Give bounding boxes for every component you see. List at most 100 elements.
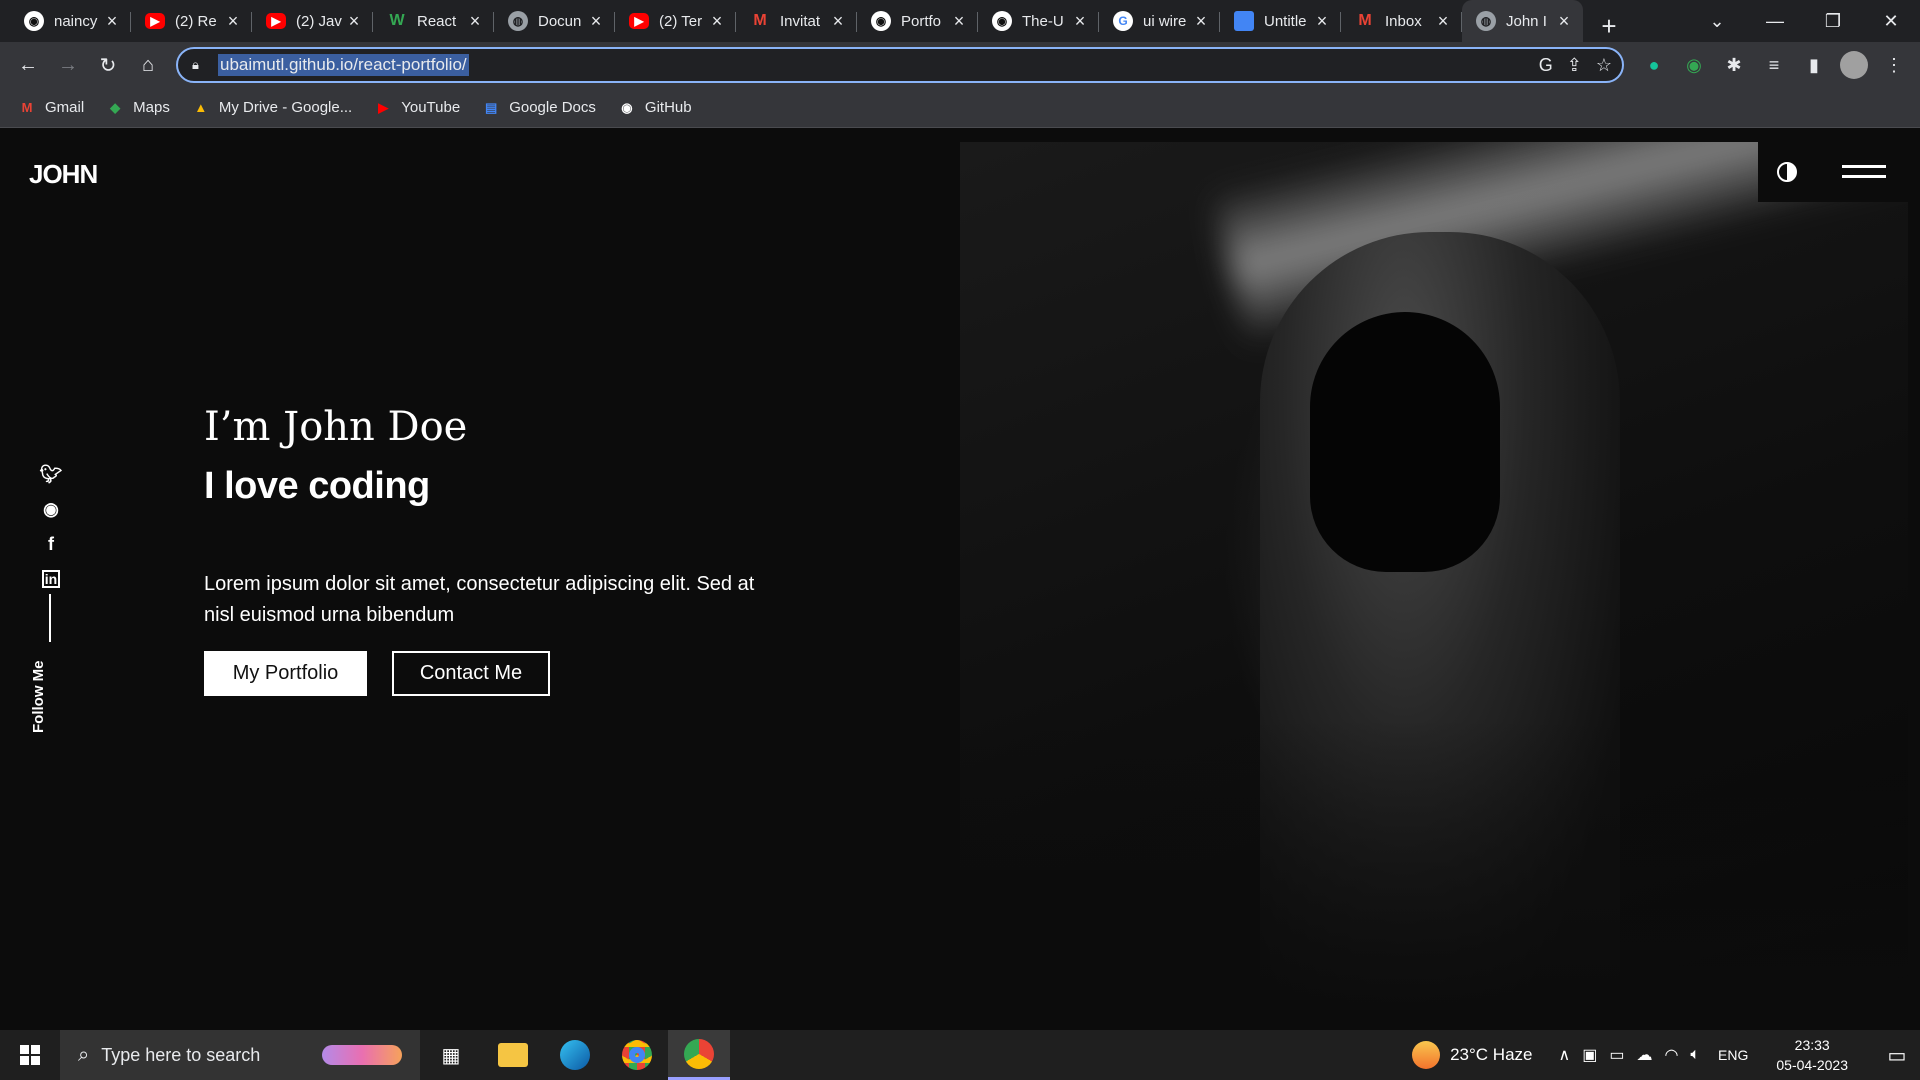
battery-icon[interactable]: ▭ [1609,1045,1624,1065]
google-lens-icon[interactable]: G [1539,55,1553,76]
lock-icon[interactable]: 🔒︎ [192,57,212,73]
browser-tab-bar: ◉ naincy × ▶ (2) Re × ▶ (2) Jav × W React × ◍ Docun × ▶… [0,0,1920,42]
portfolio-page: JOHN 🐦︎ ◉ f in Follow Me I’m John Doe I … [0,129,1920,1029]
start-button[interactable] [0,1030,60,1080]
home-button[interactable]: ⌂ [128,45,168,85]
minimize-button[interactable]: — [1746,11,1804,32]
tab-title: React [417,12,457,30]
close-tab-icon[interactable]: × [224,11,242,32]
bookmark-star-icon[interactable]: ☆ [1596,55,1612,76]
bookmark-item[interactable]: ▤ Google Docs [482,99,596,117]
reload-button[interactable]: ↻ [88,45,128,85]
volume-icon[interactable]: 🔈︎ [1690,1046,1700,1064]
close-tab-icon[interactable]: × [103,11,121,32]
bookmark-item[interactable]: ◆ Maps [106,99,170,117]
omnibox-actions: G ⇪ ☆ [1539,55,1612,76]
youtube-icon: ▶ [629,13,649,29]
wifi-icon[interactable]: ◠ [1664,1045,1678,1065]
bookmark-label: Gmail [45,99,85,116]
facebook-icon[interactable]: f [39,527,63,562]
close-tab-icon[interactable]: × [1313,11,1331,32]
more-menu-icon[interactable]: ⋮ [1878,45,1910,85]
my-portfolio-button[interactable]: My Portfolio [204,651,367,696]
browser-tab[interactable]: ◉ The-U × [978,0,1099,42]
close-tab-icon[interactable]: × [1192,11,1210,32]
contact-me-button[interactable]: Contact Me [392,651,550,696]
close-tab-icon[interactable]: × [1555,11,1573,32]
browser-tab[interactable]: ▶ (2) Jav × [252,0,373,42]
weather-icon[interactable] [1412,1041,1441,1069]
close-tab-icon[interactable]: × [466,11,484,32]
close-tab-icon[interactable]: × [950,11,968,32]
browser-tab[interactable]: W React × [373,0,494,42]
tab-search-icon[interactable]: ⌄ [1688,11,1746,32]
browser-tab[interactable]: Untitle × [1220,0,1341,42]
youtube-icon: ▶ [145,13,165,29]
gmail-icon: M [1358,12,1372,29]
docs-icon: ▤ [485,99,498,115]
onedrive-icon[interactable]: ☁ [1636,1045,1652,1065]
close-tab-icon[interactable]: × [587,11,605,32]
browser-tab[interactable]: M Inbox × [1341,0,1462,42]
language-indicator[interactable]: ENG [1718,1047,1748,1063]
chrome-icon[interactable] [606,1030,668,1080]
clock[interactable]: 23:33 05-04-2023 [1776,1035,1848,1075]
profile-avatar[interactable] [1838,45,1870,85]
bookmark-item[interactable]: ▶ YouTube [374,99,460,117]
github-icon: ◉ [24,11,44,31]
tab-title: (2) Ter [659,12,703,30]
docs-icon [1234,11,1254,31]
share-icon[interactable]: ⇪ [1567,55,1582,76]
extension-robot-icon[interactable]: ◉ [1678,45,1710,85]
clock-date: 05-04-2023 [1776,1057,1848,1073]
github-icon[interactable]: ◉ [39,492,63,527]
hero-photo-hooded-figure [960,142,1908,1019]
show-hidden-icons-icon[interactable]: ∧ [1558,1045,1570,1065]
browser-tab[interactable]: ◉ Portfo × [857,0,978,42]
task-view-icon[interactable]: ▦ [420,1030,482,1080]
weather-text[interactable]: 23°C Haze [1450,1045,1532,1065]
meet-now-icon[interactable]: ▣ [1582,1045,1597,1065]
taskbar-search[interactable]: ⌕ Type here to search [60,1030,420,1080]
file-explorer-icon[interactable] [482,1030,544,1080]
back-button[interactable]: ← [8,45,48,85]
browser-tab[interactable]: ◉ naincy × [10,0,131,42]
media-control-icon[interactable]: ≡ [1758,45,1790,85]
bookmark-label: Maps [133,99,170,116]
browser-tab[interactable]: M Invitat × [736,0,857,42]
browser-tab[interactable]: Gui wire × [1099,0,1220,42]
close-tab-icon[interactable]: × [345,11,363,32]
browser-tab[interactable]: ◍ Docun × [494,0,615,42]
close-tab-icon[interactable]: × [1434,11,1452,32]
theme-toggle-icon[interactable] [1777,162,1797,182]
close-tab-icon[interactable]: × [1071,11,1089,32]
youtube-icon: ▶ [266,13,286,29]
new-tab-button[interactable]: + [1587,11,1631,42]
address-bar[interactable]: 🔒︎ ubaimutl.github.io/react-portfolio/ G… [176,47,1624,83]
close-tab-icon[interactable]: × [708,11,726,32]
edge-browser-icon[interactable] [544,1030,606,1080]
bookmark-item[interactable]: M Gmail [18,99,85,117]
browser-tab[interactable]: ▶ (2) Re × [131,0,252,42]
bookmark-label: GitHub [644,99,692,116]
url-text[interactable]: ubaimutl.github.io/react-portfolio/ [218,54,469,76]
restore-button[interactable]: ❐ [1804,11,1862,32]
site-logo[interactable]: JOHN [29,159,98,190]
browser-tab[interactable]: ◍ John I × [1462,0,1583,42]
bookmark-item[interactable]: ▲ My Drive - Google... [192,99,352,117]
bookmark-item[interactable]: ◉ GitHub [618,99,692,117]
extensions-puzzle-icon[interactable]: ✱ [1718,45,1750,85]
notifications-icon[interactable]: ▭ [1874,1043,1920,1068]
close-window-button[interactable]: ✕ [1862,11,1920,32]
twitter-icon[interactable]: 🐦︎ [39,457,63,492]
youtube-icon: ▶ [378,99,389,115]
close-tab-icon[interactable]: × [829,11,847,32]
browser-tab[interactable]: ▶ (2) Ter × [615,0,736,42]
hamburger-menu-icon[interactable] [1842,165,1886,181]
linkedin-icon[interactable]: in [42,570,60,588]
grammarly-icon[interactable]: ● [1638,45,1670,85]
github-icon: ◉ [621,99,633,115]
forward-button[interactable]: → [48,45,88,85]
chrome-active-icon[interactable] [668,1030,730,1080]
side-panel-icon[interactable]: ▮ [1798,45,1830,85]
